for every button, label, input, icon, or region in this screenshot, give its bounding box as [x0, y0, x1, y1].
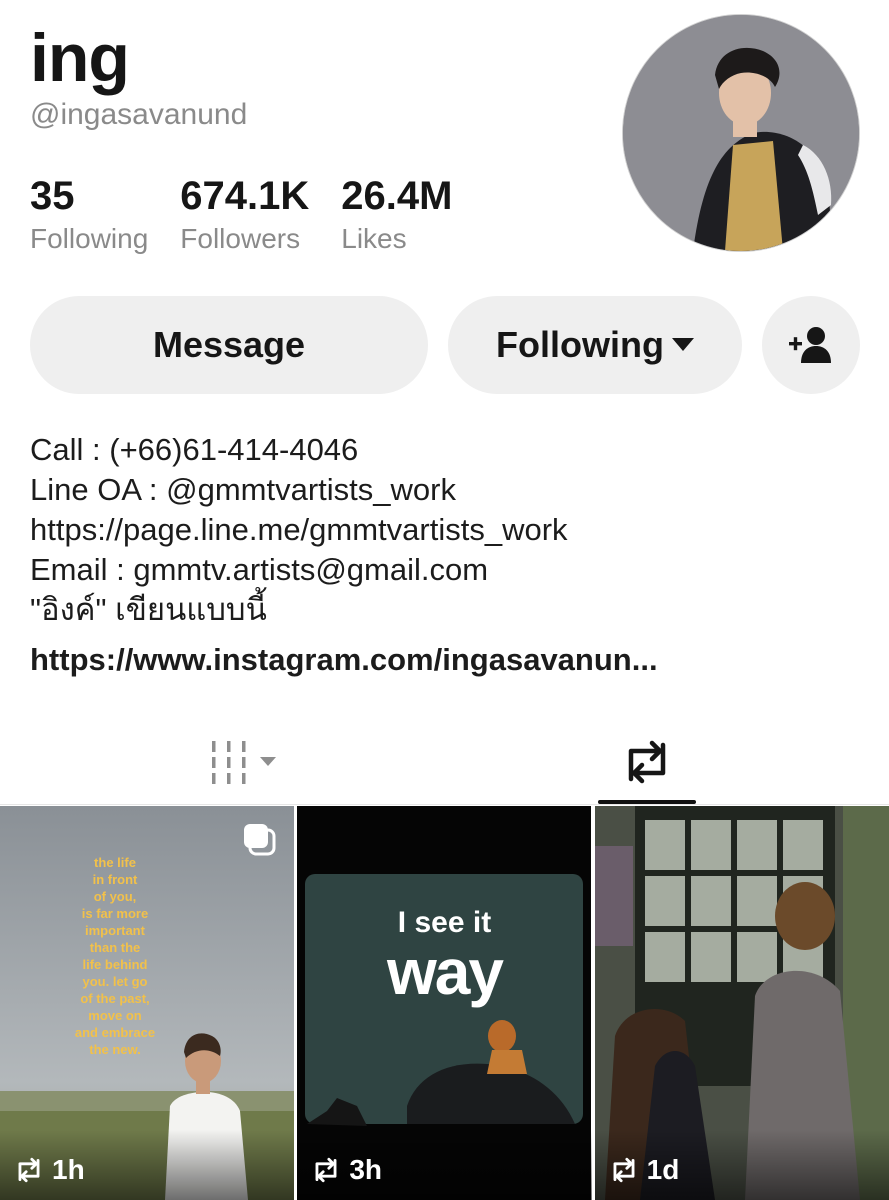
quote-line: and embrace — [74, 1025, 156, 1040]
quote-line: of the past, — [80, 991, 150, 1006]
repost-icon — [613, 1157, 635, 1183]
bio-line: Email : gmmtv.artists@gmail.com — [30, 552, 489, 587]
tab-reposts[interactable] — [598, 720, 696, 804]
stat-following[interactable]: 35 Following — [30, 172, 148, 258]
avatar-photo — [623, 15, 859, 251]
repost-icon — [18, 1157, 40, 1183]
stat-followers-value: 674.1K — [180, 174, 310, 218]
tab-videos[interactable] — [190, 720, 300, 804]
videos-grid-icon — [212, 741, 276, 784]
following-button-label: Following — [496, 324, 664, 365]
stat-following-value: 35 — [30, 174, 75, 218]
quote-line: of you, — [93, 889, 137, 904]
video-caption-small: I see it — [397, 906, 492, 939]
multi-photo-icon — [244, 824, 276, 856]
bio-line: Call : (+66)61-414-4046 — [30, 432, 359, 467]
stat-followers-label: Followers — [180, 223, 301, 254]
display-name: ing — [30, 20, 130, 96]
add-friend-button[interactable] — [762, 296, 860, 394]
repost-icon — [628, 740, 666, 784]
bio: Call : (+66)61-414-4046 Line OA : @gmmtv… — [30, 430, 658, 680]
bio-link[interactable]: https://www.instagram.com/ingasavanun... — [30, 640, 658, 680]
video-caption-big: way — [387, 936, 504, 1008]
quote-line: move on — [88, 1008, 142, 1023]
repost-time-label: 3h — [349, 1154, 383, 1185]
repost-tile[interactable]: I see it way 3h — [297, 806, 592, 1200]
avatar[interactable] — [622, 14, 860, 252]
message-button-label: Message — [152, 324, 306, 365]
repost-icon — [315, 1157, 337, 1183]
repost-tile[interactable]: the life in front of you, is far more im… — [0, 806, 295, 1200]
add-user-icon — [789, 327, 831, 363]
quote-line: important — [85, 923, 145, 938]
quote-text: the life in front of you, is far more im… — [40, 854, 190, 1058]
stat-likes-value: 26.4M — [341, 174, 453, 218]
username: @ingasavanund — [30, 98, 248, 131]
quote-line: in front — [92, 872, 138, 887]
quote-line: you. let go — [82, 974, 148, 989]
repost-time: 3h — [311, 1154, 382, 1186]
quote-line: life behind — [82, 957, 148, 972]
bio-line: "อิงค์" เขียนแบบนี้ — [30, 592, 267, 627]
caret-down-icon — [671, 338, 694, 351]
quote-line: the life — [94, 855, 136, 870]
bio-line: https://page.line.me/gmmtvartists_work — [30, 512, 568, 547]
stat-followers[interactable]: 674.1K Followers — [180, 172, 309, 258]
repost-time: 1d — [609, 1154, 680, 1186]
message-button[interactable]: Message — [30, 296, 428, 394]
repost-time-label: 1h — [52, 1154, 85, 1185]
following-button[interactable]: Following — [448, 296, 742, 394]
quote-line: is far more — [81, 906, 149, 921]
profile-tabs — [0, 720, 889, 805]
video-grid: the life in front of you, is far more im… — [0, 806, 889, 1200]
stat-likes-label: Likes — [341, 223, 407, 254]
stat-likes: 26.4M Likes — [341, 172, 452, 258]
repost-tile[interactable]: 1d — [594, 806, 889, 1200]
repost-time: 1h — [14, 1154, 85, 1186]
profile-stats: 35 Following 674.1K Followers 26.4M Like… — [30, 172, 452, 258]
repost-time-label: 1d — [646, 1154, 680, 1185]
quote-line: the new. — [89, 1042, 141, 1057]
profile-actions: Message Following — [30, 296, 860, 394]
bio-line: Line OA : @gmmtvartists_work — [30, 472, 456, 507]
quote-line: than the — [89, 940, 141, 955]
active-tab-indicator — [598, 800, 696, 804]
stat-following-label: Following — [30, 223, 149, 254]
video-caption: I see it way — [297, 906, 591, 1004]
